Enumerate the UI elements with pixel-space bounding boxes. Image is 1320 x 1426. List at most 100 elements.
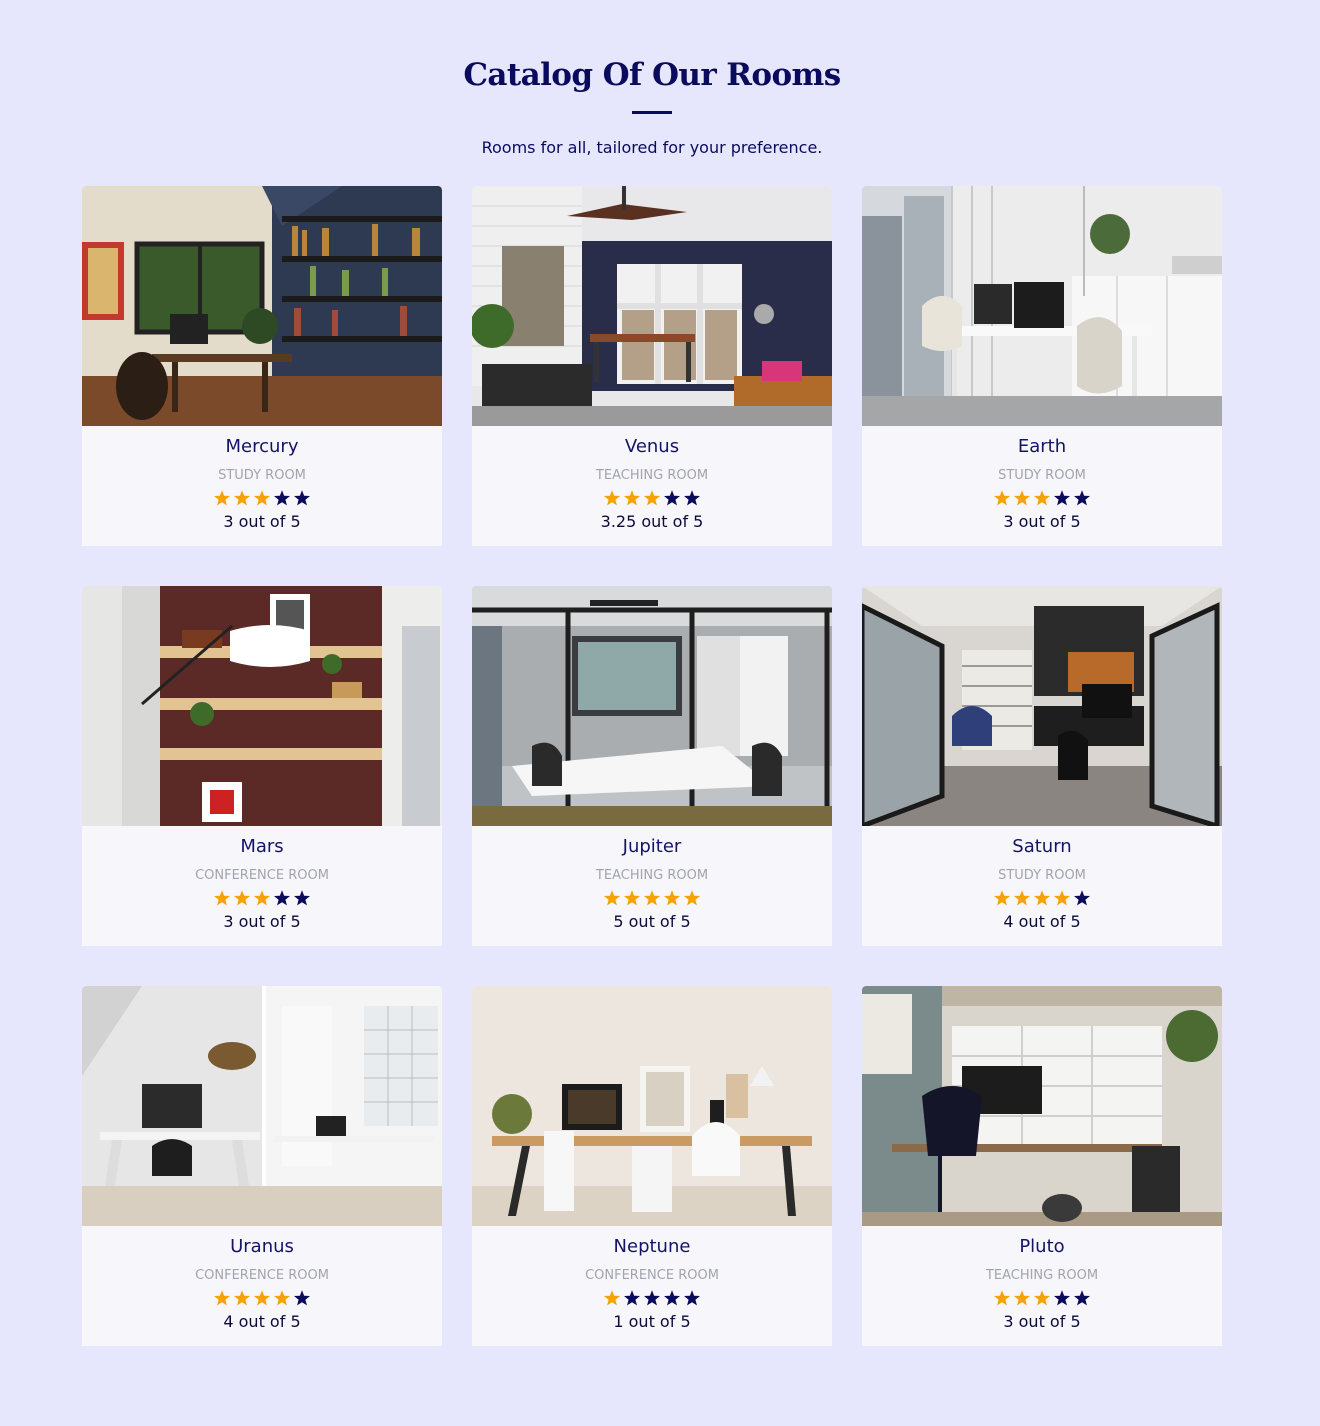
room-name[interactable]: Jupiter	[472, 834, 832, 860]
star-filled-icon	[604, 1290, 620, 1306]
star-empty-icon	[294, 490, 310, 506]
room-photo[interactable]	[472, 986, 832, 1226]
star-empty-icon	[294, 1290, 310, 1306]
star-rating	[82, 888, 442, 908]
rating-text: 5 out of 5	[613, 912, 691, 931]
star-empty-icon	[664, 1290, 680, 1306]
star-empty-icon	[644, 1290, 660, 1306]
star-rating	[862, 1288, 1222, 1308]
room-card-saturn[interactable]: Saturn STUDY ROOM 4 out of 5	[862, 586, 1222, 946]
rating-text: 3 out of 5	[223, 512, 301, 531]
star-rating	[472, 1288, 832, 1308]
rating-text: 3 out of 5	[1003, 512, 1081, 531]
star-filled-icon	[274, 1290, 290, 1306]
star-filled-icon	[644, 490, 660, 506]
room-name[interactable]: Mercury	[82, 434, 442, 460]
star-rating	[82, 488, 442, 508]
room-photo[interactable]	[862, 186, 1222, 426]
page-subtitle: Rooms for all, tailored for your prefere…	[481, 138, 823, 157]
room-type: CONFERENCE ROOM	[195, 868, 329, 883]
room-photo[interactable]	[472, 586, 832, 826]
star-empty-icon	[1074, 490, 1090, 506]
star-empty-icon	[684, 1290, 700, 1306]
star-empty-icon	[684, 490, 700, 506]
room-type: TEACHING ROOM	[595, 468, 709, 483]
star-empty-icon	[1074, 1290, 1090, 1306]
star-filled-icon	[994, 1290, 1010, 1306]
star-filled-icon	[1034, 890, 1050, 906]
room-type: CONFERENCE ROOM	[195, 1268, 329, 1283]
rating-text: 4 out of 5	[1003, 912, 1081, 931]
star-filled-icon	[234, 490, 250, 506]
room-name[interactable]: Mars	[82, 834, 442, 860]
room-photo[interactable]	[82, 186, 442, 426]
star-filled-icon	[1014, 1290, 1030, 1306]
room-card-mars[interactable]: Mars CONFERENCE ROOM 3 out of 5	[82, 586, 442, 946]
star-empty-icon	[1054, 490, 1070, 506]
room-type: STUDY ROOM	[998, 468, 1086, 483]
room-photo[interactable]	[472, 186, 832, 426]
star-empty-icon	[274, 890, 290, 906]
star-filled-icon	[214, 490, 230, 506]
room-name[interactable]: Earth	[862, 434, 1222, 460]
room-card-pluto[interactable]: Pluto TEACHING ROOM 3 out of 5	[862, 986, 1222, 1346]
star-filled-icon	[234, 890, 250, 906]
room-card-venus[interactable]: Venus TEACHING ROOM 3.25 out of 5	[472, 186, 832, 546]
star-filled-icon	[624, 890, 640, 906]
room-type: TEACHING ROOM	[985, 1268, 1099, 1283]
star-filled-icon	[1054, 890, 1070, 906]
rating-text: 3.25 out of 5	[600, 512, 704, 531]
star-filled-icon	[604, 490, 620, 506]
room-photo[interactable]	[862, 986, 1222, 1226]
title-underline	[632, 111, 672, 114]
star-filled-icon	[254, 490, 270, 506]
room-type: STUDY ROOM	[218, 468, 306, 483]
room-card-uranus[interactable]: Uranus CONFERENCE ROOM 4 out of 5	[82, 986, 442, 1346]
room-type: CONFERENCE ROOM	[585, 1268, 719, 1283]
room-photo[interactable]	[82, 986, 442, 1226]
room-name[interactable]: Neptune	[472, 1234, 832, 1260]
star-filled-icon	[214, 1290, 230, 1306]
rating-text: 4 out of 5	[223, 1312, 301, 1331]
star-empty-icon	[664, 490, 680, 506]
star-rating	[472, 888, 832, 908]
star-empty-icon	[274, 490, 290, 506]
star-filled-icon	[254, 890, 270, 906]
room-name[interactable]: Uranus	[82, 1234, 442, 1260]
star-empty-icon	[294, 890, 310, 906]
star-filled-icon	[644, 890, 660, 906]
star-filled-icon	[234, 1290, 250, 1306]
star-rating	[862, 888, 1222, 908]
star-filled-icon	[604, 890, 620, 906]
room-name[interactable]: Saturn	[862, 834, 1222, 860]
star-empty-icon	[1074, 890, 1090, 906]
rating-text: 3 out of 5	[223, 912, 301, 931]
star-rating	[82, 1288, 442, 1308]
star-filled-icon	[214, 890, 230, 906]
room-photo[interactable]	[82, 586, 442, 826]
star-filled-icon	[1034, 490, 1050, 506]
star-filled-icon	[684, 890, 700, 906]
star-rating	[472, 488, 832, 508]
star-filled-icon	[624, 490, 640, 506]
rating-text: 1 out of 5	[613, 1312, 691, 1331]
room-photo[interactable]	[862, 586, 1222, 826]
room-type: TEACHING ROOM	[595, 868, 709, 883]
star-rating	[862, 488, 1222, 508]
star-filled-icon	[1034, 1290, 1050, 1306]
star-empty-icon	[624, 1290, 640, 1306]
room-type: STUDY ROOM	[998, 868, 1086, 883]
room-name[interactable]: Pluto	[862, 1234, 1222, 1260]
rating-text: 3 out of 5	[1003, 1312, 1081, 1331]
star-filled-icon	[1014, 890, 1030, 906]
room-card-mercury[interactable]: Mercury STUDY ROOM 3 out of 5	[82, 186, 442, 546]
room-card-earth[interactable]: Earth STUDY ROOM 3 out of 5	[862, 186, 1222, 546]
page-title: Catalog Of Our Rooms	[463, 57, 841, 93]
room-card-neptune[interactable]: Neptune CONFERENCE ROOM 1 out of 5	[472, 986, 832, 1346]
star-filled-icon	[994, 490, 1010, 506]
star-empty-icon	[1054, 1290, 1070, 1306]
room-card-jupiter[interactable]: Jupiter TEACHING ROOM 5 out of 5	[472, 586, 832, 946]
room-name[interactable]: Venus	[472, 434, 832, 460]
star-filled-icon	[1014, 490, 1030, 506]
star-filled-icon	[664, 890, 680, 906]
